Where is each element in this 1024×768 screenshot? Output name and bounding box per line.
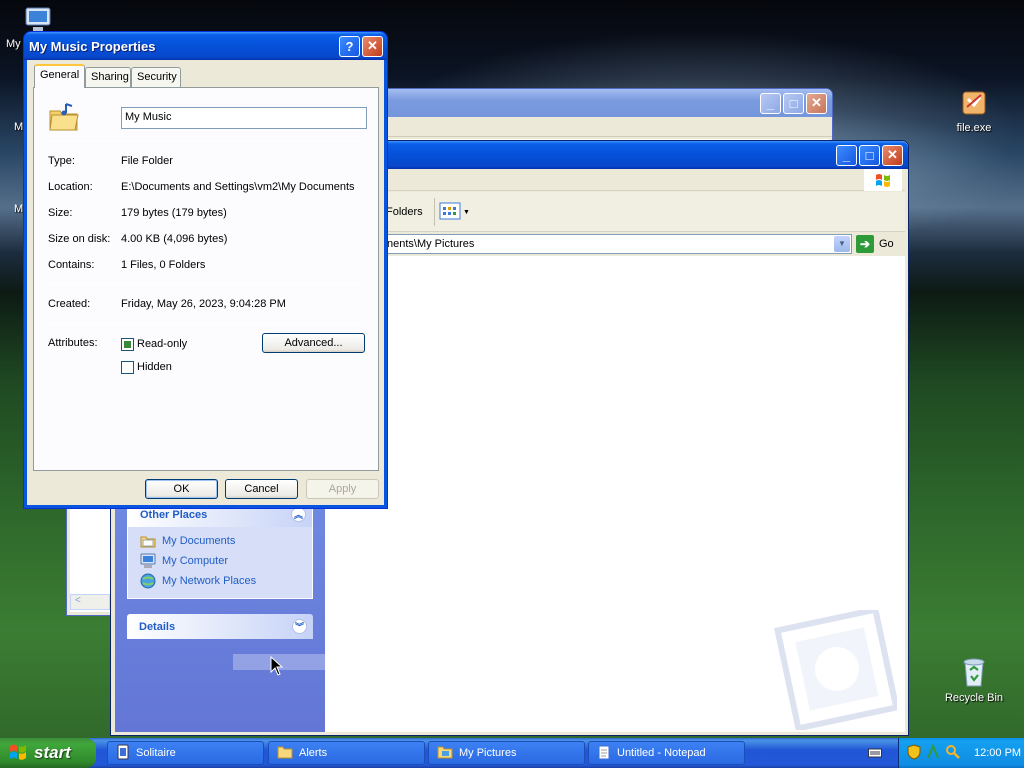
horizontal-scrollbar[interactable]: <: [70, 594, 110, 610]
exe-icon: [958, 86, 990, 118]
search-icon[interactable]: [945, 744, 961, 763]
tab-sharing[interactable]: Sharing: [85, 67, 131, 87]
apply-button[interactable]: Apply: [306, 479, 379, 499]
views-button[interactable]: ▼: [439, 202, 470, 223]
maximize-button[interactable]: □: [783, 92, 804, 114]
my-documents-icon: [140, 533, 156, 549]
my-computer-icon: [140, 553, 156, 569]
clock[interactable]: 12:00 PM: [974, 747, 1021, 759]
minimize-button[interactable]: _: [836, 144, 857, 166]
keyboard-icon[interactable]: [868, 747, 882, 762]
help-button[interactable]: ?: [339, 35, 360, 57]
taskbar-item-notepad[interactable]: Untitled - Notepad: [588, 741, 745, 765]
windows-flag-icon: [8, 742, 28, 765]
folders-button[interactable]: Folders: [386, 206, 423, 218]
ok-button[interactable]: OK: [145, 479, 218, 499]
go-button[interactable]: ➔ Go: [856, 235, 894, 253]
collapse-icon[interactable]: ︽: [291, 507, 306, 522]
cancel-button[interactable]: Cancel: [225, 479, 298, 499]
desktop-icon-label: Recycle Bin: [944, 692, 1004, 704]
address-input[interactable]: nents\My Pictures ▼: [382, 234, 852, 254]
desktop-icon-file-exe[interactable]: file.exe: [936, 86, 1012, 134]
notepad-icon: [597, 744, 611, 763]
readonly-checkbox[interactable]: [121, 338, 134, 351]
size-label: Size:: [48, 207, 73, 219]
network-places-icon: [140, 573, 156, 589]
close-button[interactable]: ✕: [362, 35, 383, 57]
taskbar-item-alerts[interactable]: Alerts: [268, 741, 425, 765]
other-places-panel: Other Places ︽ My Documents My Computer …: [127, 501, 313, 599]
network-icon[interactable]: [926, 742, 940, 763]
start-label: start: [34, 743, 71, 762]
divider: [48, 141, 364, 142]
expand-icon[interactable]: ︾: [292, 619, 307, 634]
desktop-icon-recycle-bin[interactable]: Recycle Bin: [936, 656, 1012, 704]
place-my-network-places[interactable]: My Network Places: [140, 573, 256, 589]
tab-general[interactable]: General: [34, 64, 85, 88]
attributes-label: Attributes:: [48, 337, 98, 349]
general-tab-panel: My Music Type: File Folder Location: E:\…: [33, 87, 379, 471]
views-icon: [439, 202, 461, 223]
divider: [48, 323, 364, 324]
solitaire-icon: [116, 744, 130, 763]
close-button[interactable]: ✕: [882, 144, 903, 166]
file-list-area[interactable]: [325, 256, 905, 732]
my-music-properties-dialog[interactable]: My Music Properties ? ✕ General Sharing …: [23, 31, 388, 509]
size-on-disk-label: Size on disk:: [48, 233, 111, 245]
chevron-down-icon: ▼: [463, 209, 470, 216]
location-label: Location:: [48, 181, 93, 193]
folder-icon: [277, 745, 293, 762]
folder-name-input[interactable]: My Music: [121, 107, 367, 129]
windows-logo-icon: [864, 169, 902, 191]
place-my-documents[interactable]: My Documents: [140, 533, 235, 549]
hidden-label: Hidden: [137, 361, 172, 373]
tab-security[interactable]: Security: [131, 67, 181, 87]
recycle-bin-icon: [958, 656, 990, 688]
advanced-button[interactable]: Advanced...: [262, 333, 365, 353]
toolbar-separator: [434, 198, 435, 226]
dialog-title: My Music Properties: [29, 38, 156, 54]
place-my-computer[interactable]: My Computer: [140, 553, 228, 569]
details-panel: Details ︾: [127, 614, 313, 639]
size-on-disk-value: 4.00 KB (4,096 bytes): [121, 233, 228, 245]
address-dropdown-button[interactable]: ▼: [834, 236, 850, 252]
divider: [48, 284, 364, 285]
security-shield-icon[interactable]: [907, 743, 921, 763]
type-label: Type:: [48, 155, 75, 167]
desktop-icon-label: M: [14, 121, 24, 133]
taskbar: start Solitaire Alerts My Pictures Untit…: [0, 738, 1024, 768]
contains-value: 1 Files, 0 Folders: [121, 259, 206, 271]
system-tray: 12:00 PM: [898, 738, 1024, 768]
desktop-icon-label: file.exe: [956, 122, 992, 134]
mouse-cursor: [270, 655, 284, 679]
start-button[interactable]: start: [0, 738, 96, 768]
desktop-icon-label: My: [6, 38, 21, 50]
hidden-checkbox[interactable]: [121, 361, 134, 374]
pictures-icon: [437, 745, 453, 762]
close-button[interactable]: ✕: [806, 92, 827, 114]
details-header[interactable]: Details ︾: [127, 614, 313, 639]
size-value: 179 bytes (179 bytes): [121, 207, 227, 219]
maximize-button[interactable]: □: [859, 144, 880, 166]
contains-label: Contains:: [48, 259, 95, 271]
created-value: Friday, May 26, 2023, 9:04:28 PM: [121, 298, 286, 310]
minimize-button[interactable]: _: [760, 92, 781, 114]
dialog-titlebar[interactable]: My Music Properties ? ✕: [24, 32, 387, 60]
type-value: File Folder: [121, 155, 173, 167]
pictures-watermark-icon: [767, 606, 900, 732]
go-arrow-icon: ➔: [856, 235, 874, 253]
checkbox-mark: [124, 341, 131, 348]
created-label: Created:: [48, 298, 91, 310]
taskbar-item-solitaire[interactable]: Solitaire: [107, 741, 264, 765]
taskbar-item-my-pictures[interactable]: My Pictures: [428, 741, 585, 765]
dialog-body: General Sharing Security My Music Type: …: [27, 60, 384, 505]
readonly-label: Read-only: [137, 338, 188, 350]
music-folder-icon: [48, 101, 80, 136]
desktop-icon-label: M: [14, 203, 24, 215]
location-value: E:\Documents and Settings\vm2\My Documen…: [121, 181, 355, 193]
